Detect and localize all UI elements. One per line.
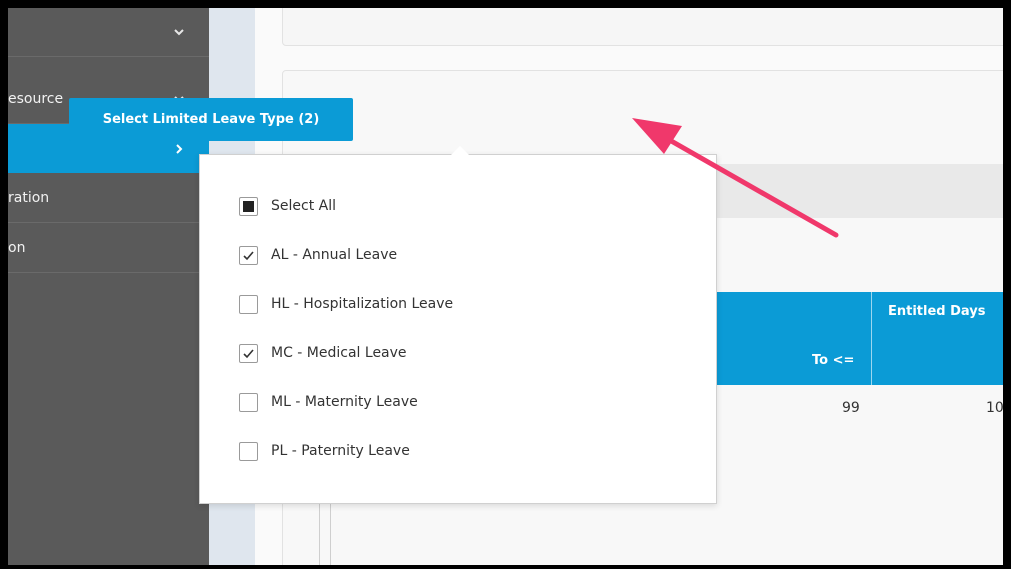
hospitalization-leave-checkbox[interactable] (239, 294, 258, 314)
cell-to-value: 99 (842, 400, 860, 416)
option-label: MC - Medical Leave (271, 345, 407, 361)
sidebar-item-1[interactable] (8, 8, 209, 57)
checkmark-icon (243, 348, 254, 358)
chevron-down-icon (174, 29, 184, 36)
option-medical-leave[interactable]: MC - Medical Leave (239, 342, 407, 364)
option-label: PL - Paternity Leave (271, 443, 410, 459)
sidebar-item-configuration[interactable]: ration (8, 174, 209, 223)
sidebar-item-label: esource (8, 91, 64, 107)
column-header-to: To <= (812, 353, 855, 368)
maternity-leave-checkbox[interactable] (239, 392, 258, 412)
chevron-right-icon (176, 143, 183, 154)
app-frame: esource ration on To <= Entitled Days 99… (8, 8, 1003, 565)
cell-entitled-value: 10 (986, 400, 1003, 416)
option-label: ML - Maternity Leave (271, 394, 418, 410)
annual-leave-checkbox[interactable] (239, 245, 258, 265)
select-all-checkbox[interactable] (239, 196, 258, 216)
option-annual-leave[interactable]: AL - Annual Leave (239, 244, 397, 266)
select-leave-type-button[interactable]: Select Limited Leave Type (2) (69, 98, 353, 141)
paternity-leave-checkbox[interactable] (239, 441, 258, 461)
column-divider (871, 292, 872, 385)
checkmark-icon (243, 250, 254, 260)
option-label: Select All (271, 198, 336, 214)
option-maternity-leave[interactable]: ML - Maternity Leave (239, 391, 418, 413)
column-header-entitled-days: Entitled Days (888, 304, 986, 319)
option-hospitalization-leave[interactable]: HL - Hospitalization Leave (239, 293, 453, 315)
top-panel (282, 8, 1003, 46)
medical-leave-checkbox[interactable] (239, 343, 258, 363)
dropdown-caret (451, 146, 469, 155)
option-label: AL - Annual Leave (271, 247, 398, 263)
sidebar-item-label: ration (8, 190, 50, 206)
sidebar: esource ration on (8, 8, 209, 565)
option-paternity-leave[interactable]: PL - Paternity Leave (239, 440, 410, 462)
option-label: HL - Hospitalization Leave (271, 296, 454, 312)
select-all-option[interactable]: Select All (239, 195, 336, 217)
sidebar-item-label: on (8, 240, 26, 256)
sidebar-item-other[interactable]: on (8, 224, 209, 273)
annotation-arrow-icon (632, 118, 839, 238)
